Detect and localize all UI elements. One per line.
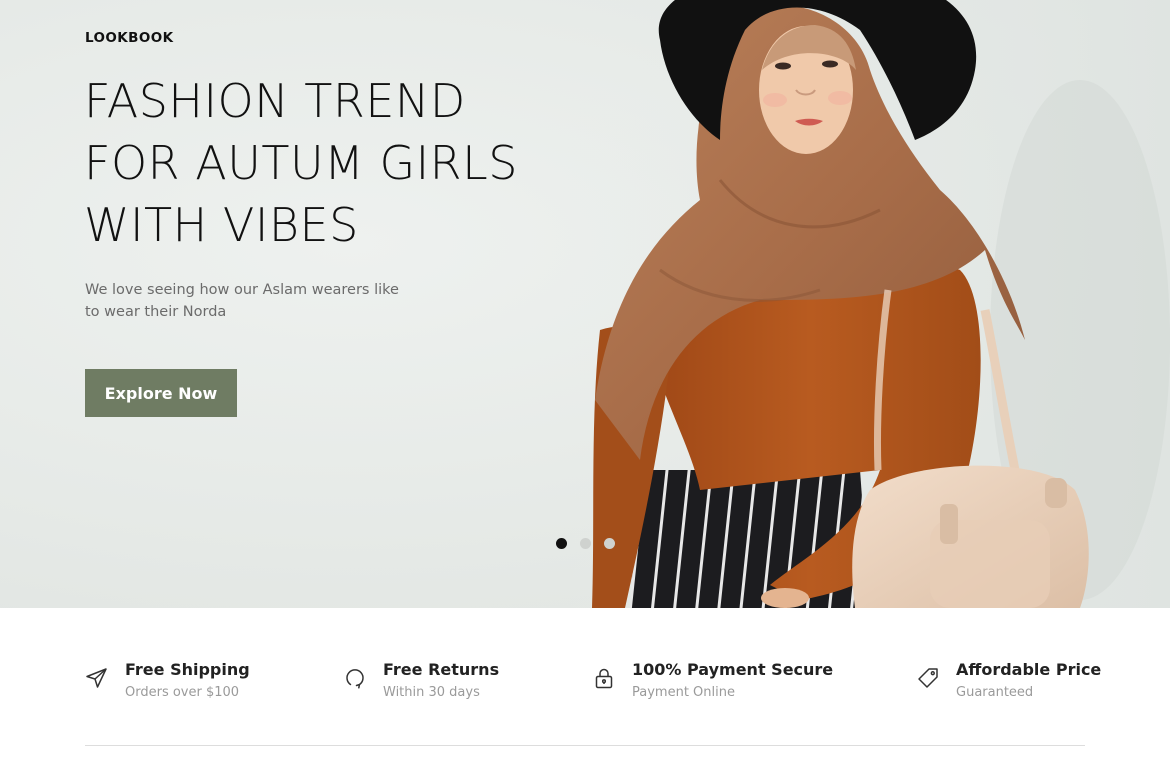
- feature-subtitle: Orders over $100: [125, 685, 240, 700]
- hero-description: We love seeing how our Aslam wearers lik…: [85, 282, 399, 320]
- hero-eyebrow: LOOKBOOK: [85, 30, 174, 46]
- feature-payment-secure: 100% Payment Secure Payment Online: [592, 660, 833, 700]
- feature-affordable-price: Affordable Price Guaranteed: [916, 660, 1101, 700]
- refresh-icon: [346, 669, 364, 689]
- slider-dot-1[interactable]: [556, 538, 567, 549]
- paper-plane-icon: [86, 668, 107, 688]
- feature-subtitle: Within 30 days: [383, 685, 480, 700]
- hero-banner: LOOKBOOK FASHION TREND FOR AUTUM GIRLS W…: [0, 0, 1170, 608]
- lock-icon: [595, 668, 613, 689]
- features-bar: Free Shipping Orders over $100 Free Retu…: [0, 608, 1170, 780]
- hero-title-line: FASHION TREND: [84, 74, 466, 128]
- feature-subtitle: Payment Online: [632, 685, 735, 700]
- slider-pagination: [556, 538, 615, 549]
- feature-title: Free Shipping: [125, 660, 250, 679]
- hero-title-line: FOR AUTUM GIRLS: [84, 136, 518, 190]
- explore-now-button[interactable]: Explore Now: [85, 369, 237, 417]
- feature-free-shipping: Free Shipping Orders over $100: [85, 660, 250, 700]
- feature-title: Free Returns: [383, 660, 500, 679]
- feature-subtitle: Guaranteed: [956, 685, 1034, 700]
- feature-title: Affordable Price: [956, 660, 1102, 679]
- feature-free-returns: Free Returns Within 30 days: [343, 660, 499, 700]
- hero-title: FASHION TREND FOR AUTUM GIRLS WITH VIBES: [84, 70, 604, 256]
- feature-title: 100% Payment Secure: [632, 660, 834, 679]
- price-tag-icon: [918, 668, 938, 688]
- section-divider: [85, 745, 1085, 746]
- slider-dot-3[interactable]: [604, 538, 615, 549]
- hero-title-line: WITH VIBES: [84, 198, 359, 252]
- slider-dot-2[interactable]: [580, 538, 591, 549]
